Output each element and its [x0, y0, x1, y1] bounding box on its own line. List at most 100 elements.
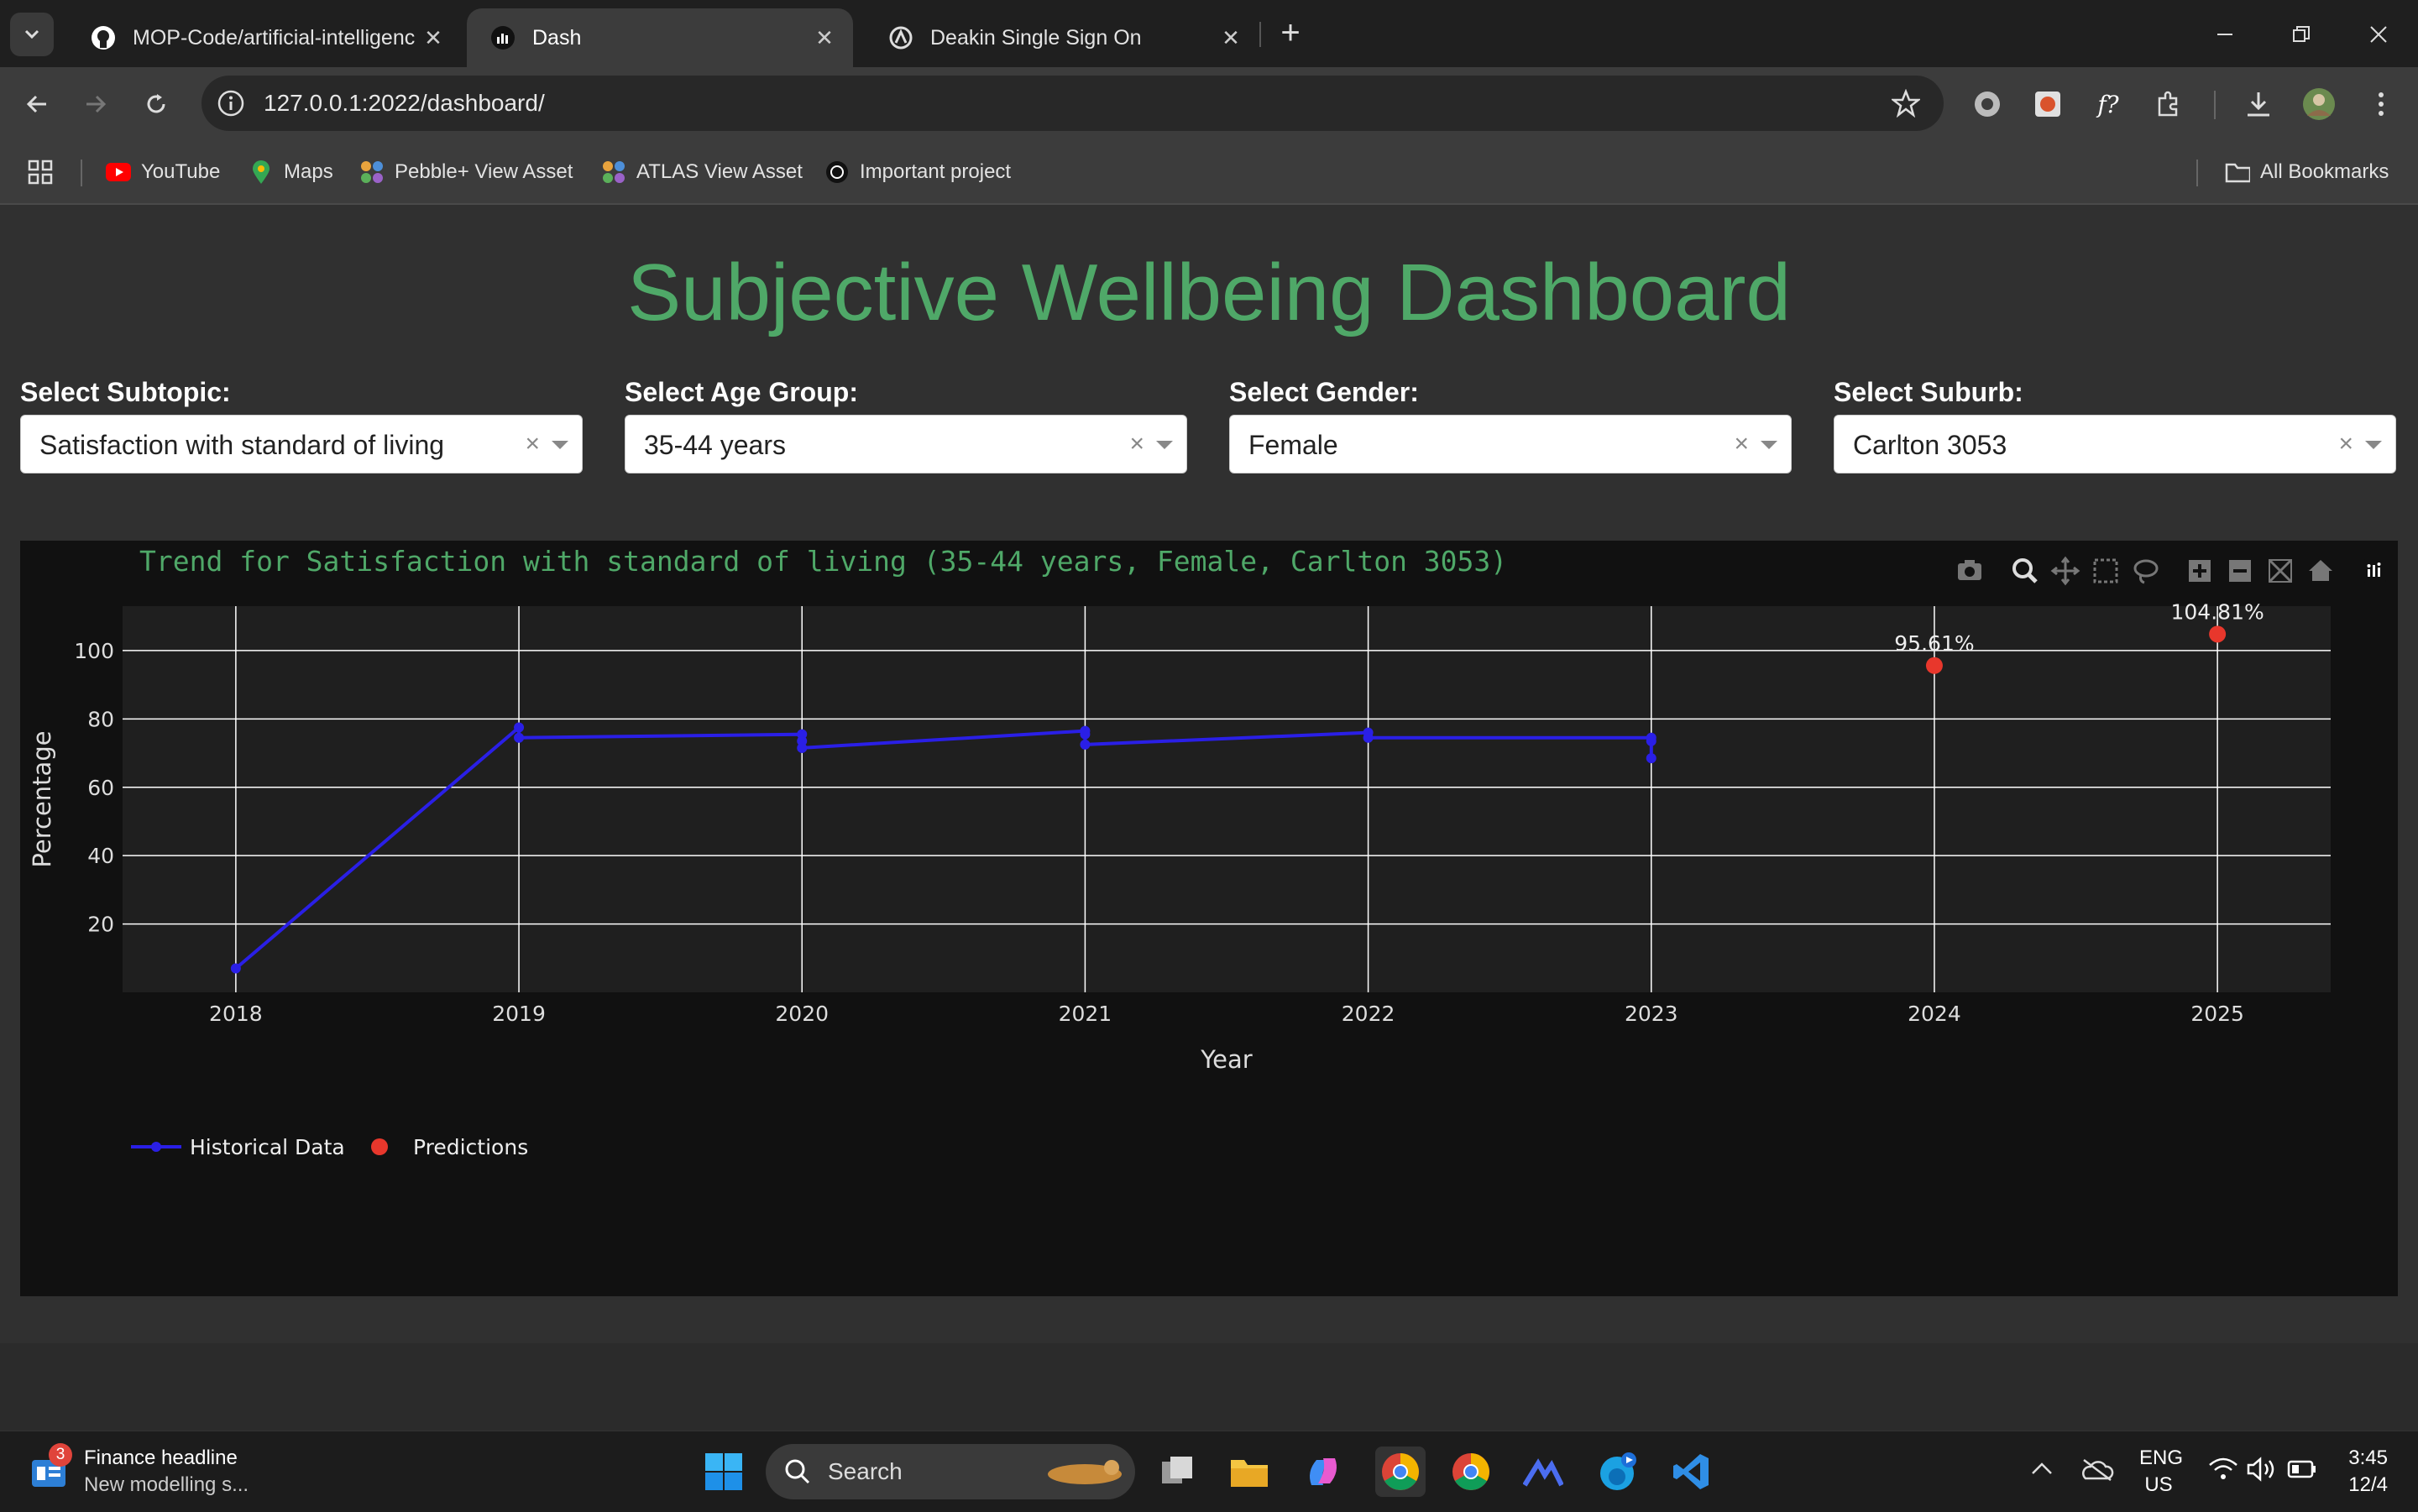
close-window-button[interactable]: [2359, 15, 2398, 54]
pan-icon[interactable]: [2050, 556, 2080, 586]
y-tick-label: 60: [87, 776, 114, 800]
clock-time[interactable]: 3:45: [2339, 1447, 2388, 1470]
youtube-icon: [106, 160, 131, 185]
forward-button[interactable]: [77, 86, 114, 123]
bookmark-youtube[interactable]: YouTube: [106, 141, 220, 203]
all-bookmarks[interactable]: All Bookmarks: [2225, 141, 2389, 203]
box-select-icon[interactable]: [2093, 558, 2118, 583]
volume-icon[interactable]: [2247, 1457, 2277, 1486]
historical-data-point[interactable]: [1080, 739, 1091, 750]
historical-data-point[interactable]: [1363, 732, 1374, 743]
clear-icon[interactable]: ×: [2338, 416, 2353, 473]
age-group-dropdown[interactable]: 35-44 years ×: [625, 415, 1187, 473]
start-button[interactable]: [702, 1450, 746, 1494]
minimize-button[interactable]: [2206, 15, 2244, 54]
chevron-down-icon: [24, 29, 39, 39]
back-button[interactable]: [18, 86, 55, 123]
historical-data-point[interactable]: [1080, 729, 1091, 740]
bookmark-atlas[interactable]: ATLAS View Asset: [601, 141, 803, 203]
close-icon[interactable]: ✕: [808, 25, 841, 51]
tab-github[interactable]: MOP-Code/artificial-intelligenc ✕: [67, 8, 462, 67]
chrome-profile-icon[interactable]: [1449, 1450, 1493, 1494]
bookmark-pebble[interactable]: Pebble+ View Asset: [359, 141, 573, 203]
taskbar-search[interactable]: Search: [766, 1444, 1135, 1499]
x-tick-label: 2021: [1059, 1002, 1112, 1026]
url-text[interactable]: 127.0.0.1:2022/dashboard/: [264, 76, 545, 131]
bookmark-maps[interactable]: Maps: [249, 141, 333, 203]
lasso-icon[interactable]: [2133, 559, 2159, 584]
news-title[interactable]: Finance headline: [84, 1447, 238, 1470]
bookmark-important-project[interactable]: Important project: [824, 141, 1011, 203]
clock-date[interactable]: 12/4: [2339, 1473, 2388, 1497]
lang-top[interactable]: ENG: [2139, 1447, 2183, 1470]
close-icon[interactable]: ✕: [1214, 25, 1248, 51]
wifi-icon[interactable]: [2208, 1457, 2238, 1486]
historical-data-point[interactable]: [1646, 753, 1656, 764]
chevron-down-icon[interactable]: [552, 441, 568, 449]
extension-rss-icon[interactable]: [2029, 86, 2066, 123]
zoom-out-icon[interactable]: [2229, 560, 2251, 582]
extension-g-icon[interactable]: [1969, 86, 2006, 123]
home-icon[interactable]: [2309, 560, 2332, 581]
tab-dash[interactable]: Dash ✕: [467, 8, 853, 67]
suburb-dropdown[interactable]: Carlton 3053 ×: [1834, 415, 2396, 473]
edge-icon[interactable]: [1595, 1450, 1639, 1494]
tab-deakin-sso[interactable]: Deakin Single Sign On ✕: [865, 8, 1259, 67]
age-group-value: 35-44 years: [644, 430, 786, 460]
menu-kebab-icon[interactable]: [2363, 86, 2400, 123]
chevron-down-icon[interactable]: [2365, 441, 2382, 449]
task-view-icon[interactable]: [1155, 1450, 1199, 1494]
y-axis-label: Percentage: [28, 730, 56, 867]
tab-search-button[interactable]: [10, 13, 54, 56]
chrome-taskbar-active-icon[interactable]: [1375, 1447, 1426, 1497]
historical-data-point[interactable]: [797, 742, 808, 753]
avatar[interactable]: [2300, 86, 2337, 123]
historical-data-point[interactable]: [514, 732, 525, 743]
downloads-icon[interactable]: [2240, 86, 2277, 123]
copilot-icon[interactable]: [1301, 1450, 1345, 1494]
chevron-up-icon[interactable]: [2030, 1460, 2054, 1481]
search-icon: [784, 1458, 811, 1489]
close-icon[interactable]: ✕: [416, 25, 450, 51]
reload-button[interactable]: [138, 86, 175, 123]
vscode-icon[interactable]: [1669, 1450, 1713, 1494]
extension-fx-icon[interactable]: f?: [2090, 86, 2127, 123]
autoscale-icon[interactable]: [2268, 558, 2293, 583]
historical-data-point[interactable]: [230, 963, 241, 974]
legend-historical-label[interactable]: Historical Data: [190, 1135, 345, 1159]
historical-data-point[interactable]: [1646, 735, 1656, 746]
trend-chart[interactable]: 2018 2019 2020 2021 2022 2023 2024 2025 20 40 60 80…: [20, 541, 2398, 1296]
new-tab-button[interactable]: +: [1272, 12, 1309, 54]
clear-icon[interactable]: ×: [1734, 416, 1749, 473]
restore-button[interactable]: [2282, 15, 2321, 54]
github-icon: [91, 25, 116, 50]
bookmark-star-icon[interactable]: [1890, 88, 1922, 122]
chevron-down-icon[interactable]: [1156, 441, 1173, 449]
legend-predictions-label[interactable]: Predictions: [413, 1135, 528, 1159]
clear-icon[interactable]: ×: [525, 416, 540, 473]
camera-icon[interactable]: [1958, 560, 1981, 580]
chevron-down-icon[interactable]: [1761, 441, 1777, 449]
lang-bottom[interactable]: US: [2139, 1473, 2178, 1497]
prediction-point[interactable]: [1925, 657, 1943, 674]
onedrive-icon[interactable]: [2080, 1457, 2114, 1486]
zoom-icon[interactable]: [2012, 558, 2038, 583]
gender-label: Select Gender:: [1229, 377, 1419, 407]
prediction-point[interactable]: [2209, 625, 2227, 643]
battery-icon[interactable]: [2287, 1460, 2317, 1483]
news-subtitle[interactable]: New modelling s...: [84, 1473, 249, 1497]
file-explorer-icon[interactable]: [1227, 1450, 1271, 1494]
apps-grid-icon[interactable]: [27, 141, 54, 203]
site-info-icon[interactable]: [217, 89, 245, 122]
historical-data-point[interactable]: [514, 722, 525, 733]
extensions-puzzle-icon[interactable]: [2150, 86, 2187, 123]
zoom-in-icon[interactable]: [2189, 560, 2211, 582]
plotly-logo-icon[interactable]: [2363, 559, 2386, 583]
trend-graph[interactable]: 2018 2019 2020 2021 2022 2023 2024 2025 20 40 60 80…: [20, 541, 2398, 1296]
address-bar[interactable]: 127.0.0.1:2022/dashboard/: [202, 76, 1944, 131]
clear-icon[interactable]: ×: [1129, 416, 1144, 473]
tab-divider: [1259, 22, 1261, 47]
gender-dropdown[interactable]: Female ×: [1229, 415, 1792, 473]
subtopic-dropdown[interactable]: Satisfaction with standard of living ×: [20, 415, 583, 473]
app-arrow-icon[interactable]: [1521, 1450, 1565, 1494]
